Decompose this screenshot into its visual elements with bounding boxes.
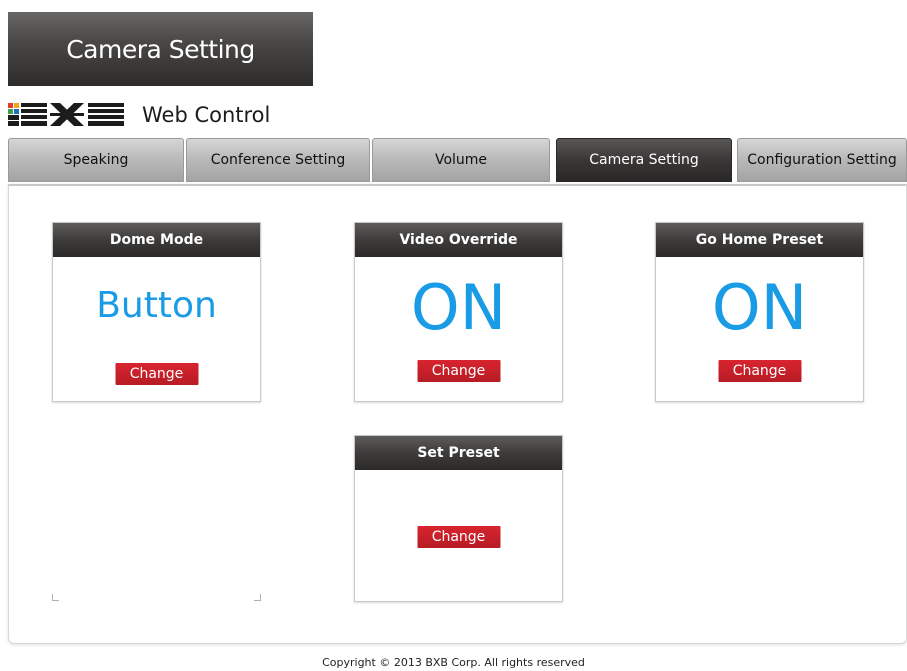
tab-configuration-setting[interactable]: Configuration Setting	[737, 138, 907, 182]
video-override-header: Video Override	[355, 223, 562, 257]
go-home-preset-header: Go Home Preset	[656, 223, 863, 257]
app-title: Web Control	[142, 103, 271, 127]
video-override-panel: Video Override ON Change	[354, 222, 563, 402]
set-preset-panel: Set Preset Change	[354, 435, 563, 602]
set-preset-header: Set Preset	[355, 436, 562, 470]
page-title: Camera Setting	[66, 34, 255, 64]
dome-mode-header: Dome Mode	[53, 223, 260, 257]
brand-row: Web Control	[8, 100, 270, 130]
tab-label: Speaking	[63, 152, 129, 168]
dome-mode-change-button[interactable]: Change	[115, 363, 198, 385]
set-preset-change-button[interactable]: Change	[417, 526, 500, 548]
go-home-preset-panel: Go Home Preset ON Change	[655, 222, 864, 402]
tab-label: Conference Setting	[210, 152, 346, 168]
dome-mode-panel: Dome Mode Button Change	[52, 222, 261, 402]
go-home-preset-change-button[interactable]: Change	[718, 360, 801, 382]
video-override-change-button[interactable]: Change	[417, 360, 500, 382]
title-banner: Camera Setting	[8, 12, 313, 86]
go-home-preset-value: ON	[711, 271, 808, 344]
tab-label: Volume	[434, 152, 488, 168]
tab-conference-setting[interactable]: Conference Setting	[186, 138, 370, 182]
dome-mode-value: Button	[96, 285, 217, 326]
tab-volume[interactable]: Volume	[372, 138, 550, 182]
tab-label: Camera Setting	[589, 152, 699, 168]
copyright-text: Copyright © 2013 BXB Corp. All rights re…	[322, 656, 585, 669]
corner-mark	[254, 594, 261, 601]
tab-camera-setting[interactable]: Camera Setting	[556, 138, 732, 182]
corner-mark	[52, 594, 59, 601]
tab-label: Configuration Setting	[747, 152, 897, 168]
bxb-logo	[8, 103, 124, 126]
video-override-value: ON	[410, 271, 507, 344]
tab-speaking[interactable]: Speaking	[8, 138, 184, 182]
tab-strip: Speaking Conference Setting Volume Camer…	[8, 138, 907, 182]
